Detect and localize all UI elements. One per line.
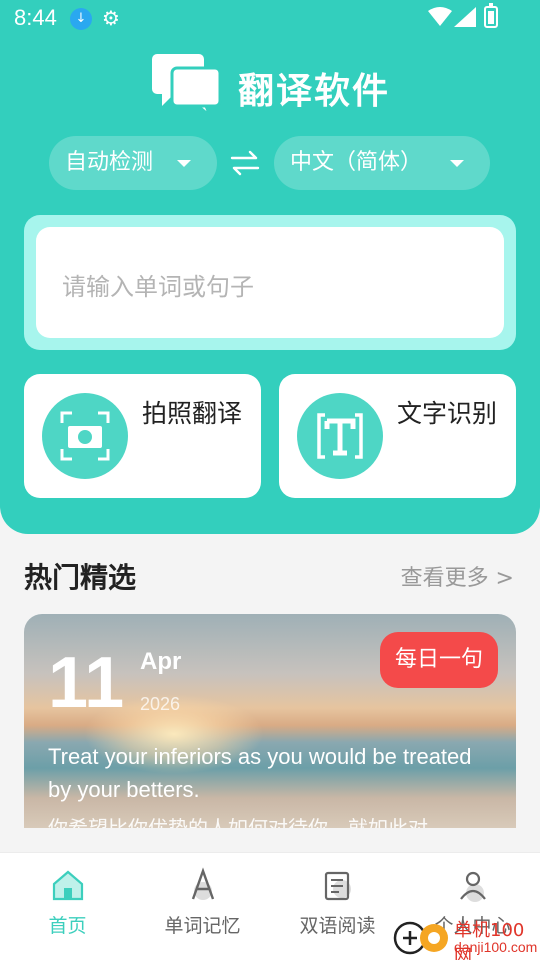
daily-sentence-card[interactable]: 11 Apr 2026 每日一句 Treat your inferiors as… [24,614,516,828]
tab-bilingual-reading-label: 双语阅读 [299,915,376,937]
source-language-label: 自动检测 [65,150,154,175]
text-recognition-label: 文字识别 [397,399,498,428]
watermark-logo-icon [393,921,448,955]
card-month: Apr [140,648,182,675]
signal-icon [454,7,476,27]
tab-home[interactable]: 首页 [0,853,135,960]
card-day: 11 [48,643,125,723]
target-language-select[interactable]: 中文（简体） [274,136,490,190]
source-language-select[interactable]: 自动检测 [49,136,217,190]
tab-home-label: 首页 [48,915,87,937]
photo-translate-button[interactable]: 拍照翻译 [24,374,261,498]
reading-icon [324,871,351,901]
chevron-down-icon [177,160,191,167]
home-icon [52,870,83,901]
download-icon: ↓ [70,8,92,30]
quote-english: Treat your inferiors as you would be tre… [48,744,472,802]
view-more-link[interactable]: 查看更多 > [401,560,514,592]
profile-icon [459,871,486,902]
status-time: 8:44 [14,5,57,30]
gear-icon: ⚙ [102,6,120,30]
battery-icon [484,3,498,28]
wifi-icon [428,7,452,26]
chevron-down-icon [450,160,464,167]
photo-translate-label: 拍照翻译 [142,399,243,428]
tab-bilingual-reading[interactable]: 双语阅读 [270,853,405,960]
tab-word-memory-label: 单词记忆 [164,915,241,937]
text-recognition-button[interactable]: 文字识别 [279,374,516,498]
section-title: 热门精选 [24,561,137,594]
tab-word-memory[interactable]: 单词记忆 [135,853,270,960]
chat-bubbles-icon [152,54,222,118]
daily-sentence-badge[interactable]: 每日一句 [380,632,498,688]
translate-input-wrapper: 请输入单词或句子 [24,215,516,350]
card-year: 2026 [140,694,181,714]
watermark-url: danji100.com [454,939,538,955]
camera-scan-icon [42,393,128,479]
site-watermark: 单机100网 danji100.com [390,912,540,960]
quote-chinese: 你希望比你优势的人如何对待你，就如此对 [48,816,428,828]
app-title: 翻译软件 [238,71,391,112]
status-bar: 8:44 ↓ ⚙ [0,0,540,36]
word-memory-icon [191,867,214,900]
swap-languages-icon[interactable] [230,148,260,178]
target-language-label: 中文（简体） [290,150,423,175]
translate-input-placeholder: 请输入单词或句子 [62,273,254,301]
translate-input[interactable]: 请输入单词或句子 [36,227,504,338]
text-recognition-icon [297,393,383,479]
